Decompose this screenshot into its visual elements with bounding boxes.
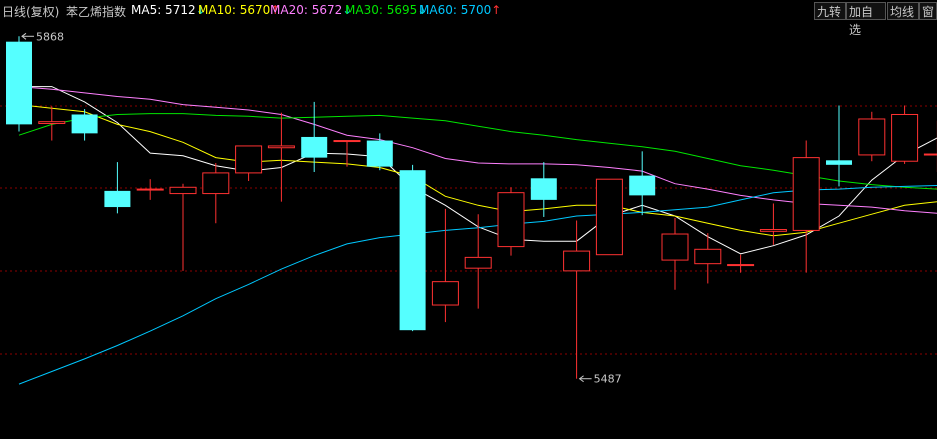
candle	[38, 106, 66, 141]
candle	[431, 208, 459, 323]
candle-body	[431, 281, 459, 306]
candle	[759, 203, 787, 245]
candles	[6, 36, 937, 379]
ma30-readout: MA30: 5695↓	[345, 3, 427, 17]
candle-body	[136, 188, 164, 191]
candle-body	[38, 121, 66, 124]
candle	[169, 183, 197, 271]
candle	[530, 162, 557, 217]
candle	[826, 105, 852, 187]
candle-body	[595, 178, 623, 256]
chart-header: 日线(复权) 苯乙烯指数 MA5: 5712↓ MA10: 5670↑ MA20…	[0, 0, 937, 37]
ma60-value: MA60: 5700	[419, 3, 492, 17]
add-watchlist-button[interactable]: 加自选	[846, 2, 886, 37]
candle-body	[71, 114, 98, 134]
candle	[202, 163, 230, 224]
candle-body	[923, 153, 937, 156]
candle-body	[629, 175, 656, 196]
candle	[563, 220, 591, 379]
candle	[891, 105, 919, 164]
candle	[366, 133, 393, 171]
candle-body	[235, 145, 263, 174]
moving-average-button[interactable]: 均线	[887, 2, 919, 20]
candle	[71, 109, 98, 141]
candle-body	[858, 118, 886, 156]
candlestick-chart[interactable]: 5868 5487	[0, 22, 937, 439]
candle-body	[267, 145, 295, 149]
candle-body	[891, 113, 919, 162]
candle-body	[792, 157, 820, 231]
candle-body	[399, 170, 426, 331]
candle-body	[759, 229, 787, 232]
candle	[136, 179, 164, 200]
candle-body	[661, 233, 689, 261]
candle-body	[333, 140, 361, 143]
candle-body	[826, 160, 852, 165]
candle	[235, 145, 263, 181]
period-label: 日线(复权)	[2, 5, 60, 19]
ma5-readout: MA5: 5712↓	[131, 3, 206, 17]
candle-body	[6, 41, 32, 125]
candle	[497, 187, 525, 256]
candle-body	[366, 140, 393, 167]
candle-body	[202, 172, 230, 195]
candle	[727, 254, 755, 273]
candle-body	[464, 256, 492, 269]
candle	[6, 36, 32, 132]
ma10-value: MA10: 5670	[198, 3, 271, 17]
candle-body	[104, 190, 131, 208]
ma60-readout: MA60: 5700↑	[419, 3, 501, 17]
ma10-readout: MA10: 5670↑	[198, 3, 280, 17]
nine-turn-button[interactable]: 九转	[814, 2, 846, 20]
candle	[923, 120, 937, 173]
price-annotations: 5868 5487	[21, 30, 622, 386]
candle-body	[530, 178, 557, 200]
candle-body	[169, 186, 197, 195]
candle	[858, 111, 886, 162]
candle	[629, 151, 656, 216]
annotation-label: 5868	[36, 30, 64, 43]
ma5-value: MA5: 5712	[131, 3, 196, 17]
candle-body	[497, 192, 525, 248]
candle-body	[563, 250, 591, 272]
candle	[792, 140, 820, 273]
candle-body	[301, 136, 328, 158]
window-button[interactable]: 窗	[919, 2, 937, 20]
candle	[661, 217, 689, 290]
candle	[595, 178, 623, 256]
ma60-arrow: ↑	[491, 3, 502, 17]
candle	[694, 233, 722, 284]
ma20-value: MA20: 5672	[270, 3, 343, 17]
candle	[399, 164, 426, 332]
candle-body	[727, 264, 755, 267]
annotation-label: 5487	[594, 373, 622, 386]
ma20-readout: MA20: 5672↓	[270, 3, 352, 17]
instrument-name: 苯乙烯指数	[66, 5, 127, 19]
candle-body	[694, 248, 722, 265]
ma30-value: MA30: 5695	[345, 3, 418, 17]
